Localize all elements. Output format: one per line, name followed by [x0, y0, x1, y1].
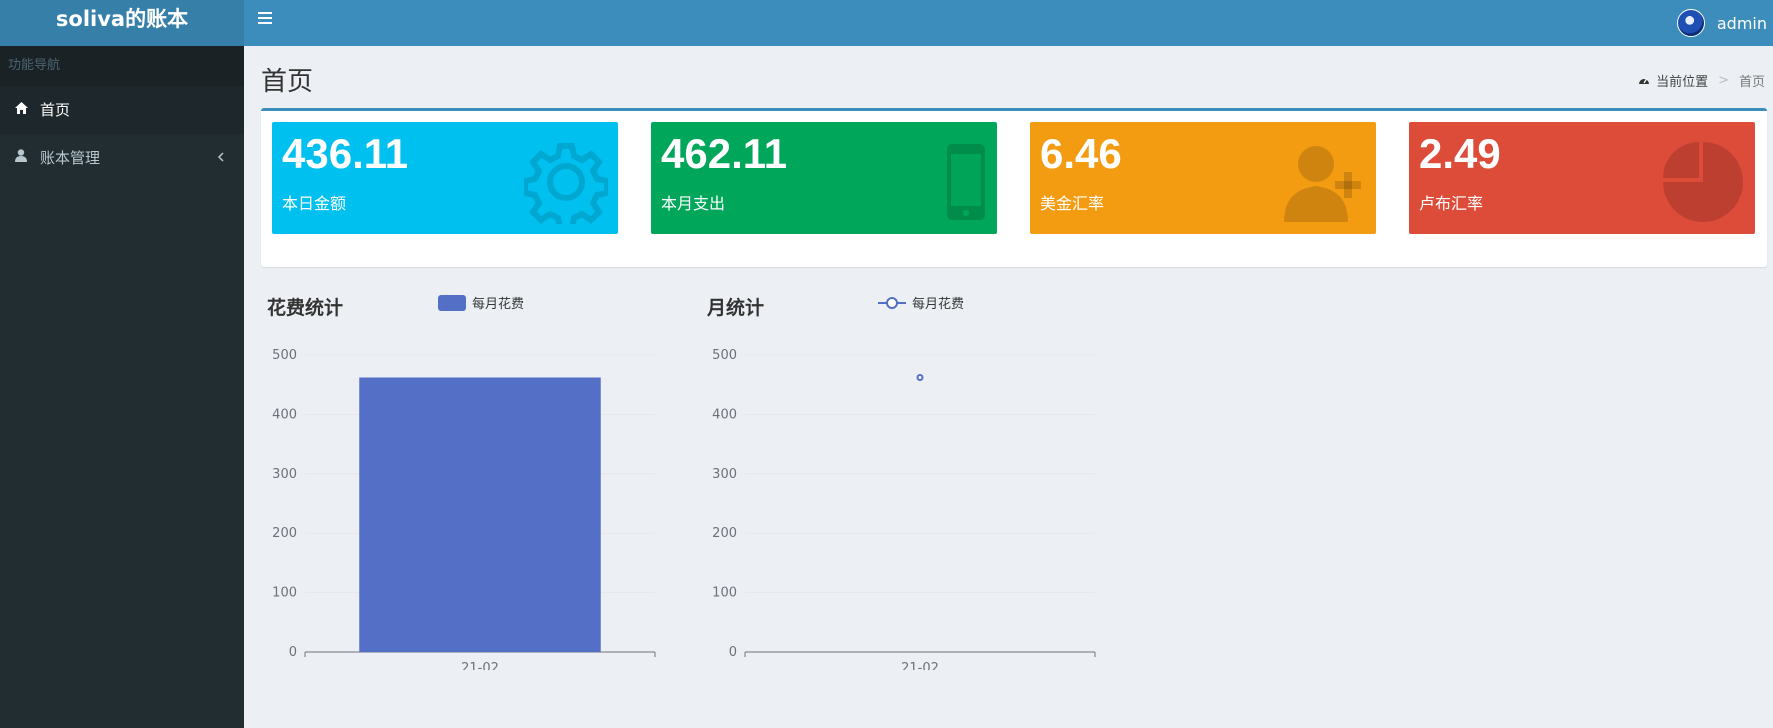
sidebar-item-home[interactable]: 首页 [0, 86, 244, 134]
stat-tile-usd-rate: 6.46 美金汇率 [1030, 122, 1376, 234]
chart-legend-bar[interactable]: 每月花费 [438, 293, 524, 312]
bar-chart: 0 100 200 300 400 500 21-02 [272, 348, 656, 670]
legend-swatch [438, 294, 466, 311]
y-tick-label: 200 [272, 526, 297, 541]
sidebar-item-label: 账本管理 [40, 149, 101, 167]
username[interactable]: admin [1717, 14, 1767, 33]
chevron-left-icon [217, 134, 224, 182]
dashboard-icon [1638, 74, 1650, 88]
app-logo[interactable]: soliva的账本 [0, 0, 244, 46]
pie-chart-icon [1663, 142, 1743, 222]
breadcrumb-current: 首页 [1738, 75, 1765, 90]
breadcrumb-location-label[interactable]: 当前位置 [1656, 71, 1708, 90]
legend-label: 每月花费 [472, 297, 525, 312]
page-title: 首页 [261, 67, 314, 97]
x-tick-label: 21-02 [901, 661, 939, 670]
chart-legend-line[interactable]: 每月花费 [878, 293, 964, 312]
stat-label: 卢布汇率 [1419, 194, 1484, 213]
breadcrumb-separator: > [1718, 73, 1729, 88]
stat-tile-rub-rate: 2.49 卢布汇率 [1409, 122, 1755, 234]
legend-label: 每月花费 [912, 297, 965, 312]
y-tick-label: 300 [712, 467, 737, 482]
bar[interactable] [359, 377, 601, 652]
user-icon [13, 134, 29, 182]
line-point[interactable] [916, 374, 924, 382]
gear-icon [524, 143, 608, 224]
y-tick-label: 0 [729, 645, 737, 660]
y-tick-label: 500 [712, 348, 737, 363]
chart-title-monthly-stats: 月统计 [707, 297, 765, 319]
y-tick-label: 500 [272, 348, 297, 363]
stat-label: 美金汇率 [1040, 194, 1105, 213]
y-tick-label: 400 [272, 407, 297, 422]
y-tick-label: 100 [272, 586, 297, 601]
y-tick-label: 200 [712, 526, 737, 541]
y-tick-label: 0 [289, 645, 297, 660]
stat-value: 462.11 [661, 130, 788, 177]
y-tick-label: 400 [712, 407, 737, 422]
stat-label: 本日金额 [282, 194, 347, 213]
stat-tile-daily-amount: 436.11 本日金额 [272, 122, 618, 234]
y-tick-label: 300 [272, 467, 297, 482]
home-icon [13, 86, 29, 134]
line-chart: 0 100 200 300 400 500 21-02 [712, 348, 1096, 670]
top-header: soliva的账本 admin [0, 0, 1773, 46]
stat-value: 2.49 [1419, 130, 1501, 177]
user-plus-icon [1284, 146, 1361, 222]
stat-label: 本月支出 [661, 194, 726, 213]
y-tick-label: 100 [712, 586, 737, 601]
legend-swatch [878, 296, 906, 309]
mobile-icon [947, 144, 985, 220]
stat-value: 6.46 [1040, 130, 1122, 177]
sidebar-section-title: 功能导航 [0, 46, 244, 86]
breadcrumb: 当前位置 > 首页 [1638, 71, 1765, 90]
stat-tile-monthly-expense: 462.11 本月支出 [651, 122, 997, 234]
sidebar-item-ledger-management[interactable]: 账本管理 [0, 134, 244, 182]
sidebar-item-label: 首页 [40, 101, 71, 119]
sidebar: 功能导航 首页 账本管理 [0, 46, 244, 728]
stat-value: 436.11 [282, 130, 409, 177]
user-menu[interactable]: admin [1676, 0, 1773, 46]
avatar[interactable] [1676, 9, 1705, 37]
x-tick-label: 21-02 [461, 661, 499, 670]
chart-title-expense-stats: 花费统计 [267, 297, 344, 319]
bars-icon[interactable] [258, 9, 280, 31]
